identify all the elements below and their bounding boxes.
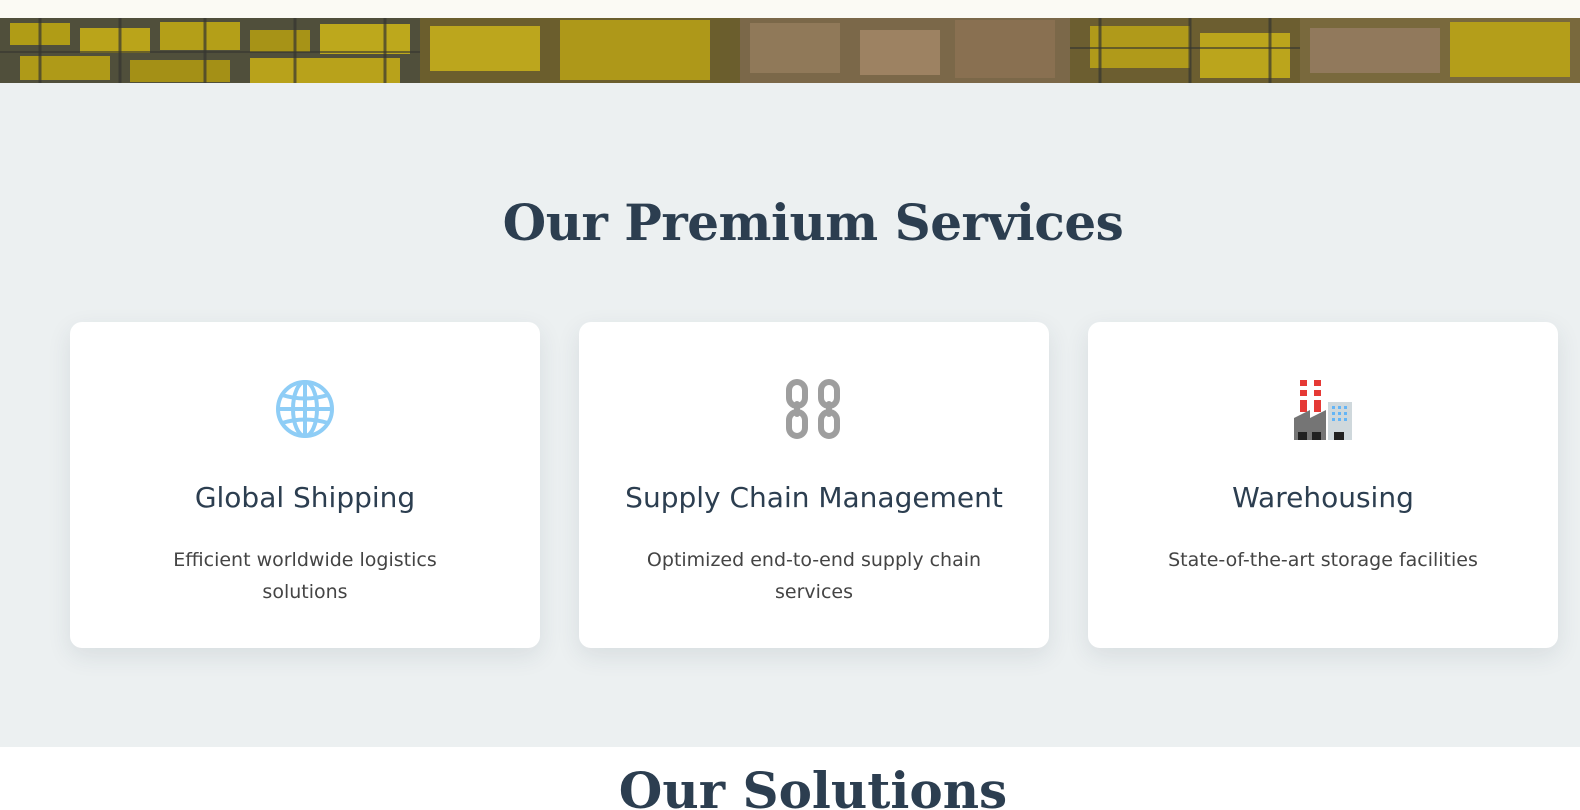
chain-icon: [783, 378, 845, 440]
service-card-description: Efficient worldwide logistics solutions: [173, 549, 437, 603]
service-card-description: State-of-the-art storage facilities: [1168, 549, 1478, 571]
solutions-heading: Our Solutions: [618, 761, 1008, 810]
globe-icon: [274, 378, 336, 440]
service-card-supply-chain: Supply Chain Management Optimized end-to…: [579, 322, 1049, 648]
service-card-warehousing: Warehousing State-of-the-art storage fac…: [1088, 322, 1558, 648]
hero-warehouse-image: [0, 18, 1580, 83]
service-card-global-shipping: Global Shipping Efficient worldwide logi…: [70, 322, 540, 648]
factory-icon: [1292, 378, 1354, 440]
services-heading: Our Premium Services: [502, 193, 1124, 252]
service-card-title: Warehousing: [1232, 481, 1414, 514]
service-card-description: Optimized end-to-end supply chain servic…: [646, 549, 982, 603]
service-card-title: Supply Chain Management: [625, 481, 1003, 514]
service-card-title: Global Shipping: [194, 481, 416, 514]
services-section: Our Premium Services Global Shipping Eff…: [0, 83, 1580, 747]
solutions-section: Our Solutions: [0, 747, 1580, 810]
top-strip: [0, 0, 1580, 18]
